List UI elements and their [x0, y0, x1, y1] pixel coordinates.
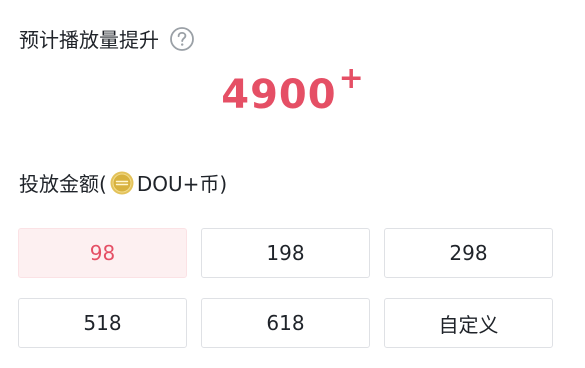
estimate-value-block: 4900+: [0, 61, 585, 118]
amount-option-298[interactable]: 298: [384, 228, 553, 278]
option-label: 518: [83, 311, 122, 335]
option-label: 198: [266, 241, 305, 265]
amount-option-98[interactable]: 98: [18, 228, 187, 278]
estimate-plus-sign: +: [338, 61, 364, 96]
estimate-value: 4900: [221, 72, 337, 118]
option-label: 自定义: [438, 312, 499, 337]
currency-label: DOU+币): [136, 172, 228, 196]
option-label: 298: [449, 241, 488, 265]
amount-option-custom[interactable]: 自定义: [384, 298, 553, 348]
dou-coin-icon: [110, 171, 134, 195]
amount-option-198[interactable]: 198: [201, 228, 370, 278]
option-label: 98: [89, 241, 116, 265]
amount-label: 投放金额(: [19, 172, 107, 196]
estimate-header: 预计播放量提升: [19, 24, 195, 53]
question-mark-icon[interactable]: [169, 26, 195, 52]
option-label: 618: [266, 311, 305, 335]
amount-option-518[interactable]: 518: [18, 298, 187, 348]
amount-option-618[interactable]: 618: [201, 298, 370, 348]
amount-header: 投放金额( DOU+币): [19, 168, 227, 197]
estimate-label: 预计播放量提升: [19, 28, 159, 52]
